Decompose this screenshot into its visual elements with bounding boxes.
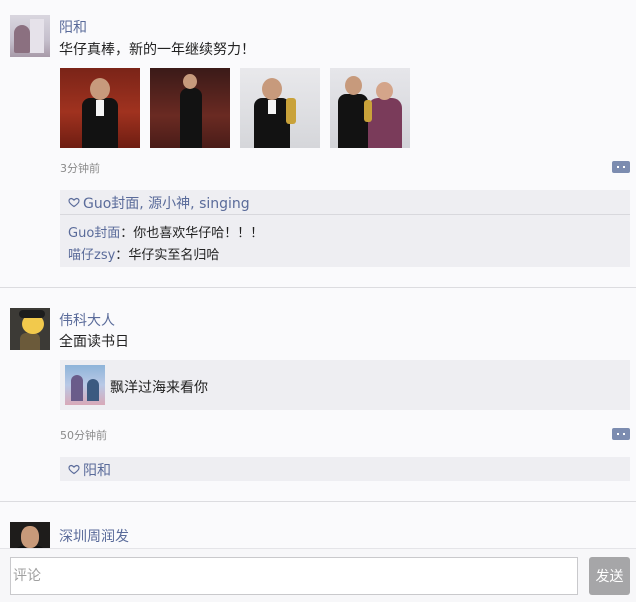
author-name[interactable]: 深圳周润发 — [59, 526, 129, 546]
liker-names[interactable]: Guo封面, 源小神, singing — [83, 193, 250, 213]
avatar-background — [30, 19, 44, 53]
reply-separator: ： — [115, 248, 129, 263]
reply-list: Guo封面：你也喜欢华仔哈！！！ 喵仔zsy：华仔实至名归哈 — [60, 214, 630, 267]
send-button[interactable]: 发送 — [589, 557, 630, 595]
avatar-face — [21, 526, 39, 548]
likes-bar: Guo封面, 源小神, singing — [60, 190, 630, 214]
moment-post: 深圳周润发 — [0, 501, 636, 548]
photo-grid — [60, 68, 420, 148]
avatar-hat — [19, 310, 45, 318]
reply-author[interactable]: 喵仔zsy — [68, 248, 115, 263]
reply-author[interactable]: Guo封面 — [68, 226, 120, 241]
likes-bar: 阳和 — [60, 457, 630, 481]
shared-link-card[interactable]: 飘洋过海来看你 — [60, 360, 630, 410]
post-text: 华仔真棒，新的一年继续努力！ — [59, 42, 255, 58]
post-text: 全面读书日 — [59, 334, 129, 350]
liker-names[interactable]: 阳和 — [83, 460, 111, 480]
post-time: 3分钟前 — [60, 162, 100, 175]
avatar-body — [20, 333, 40, 350]
photo-thumbnail[interactable] — [240, 68, 320, 148]
reply-item[interactable]: 喵仔zsy：华仔实至名归哈 — [68, 244, 219, 263]
author-name[interactable]: 伟科大人 — [59, 310, 115, 330]
shared-thumbnail — [65, 365, 105, 405]
avatar[interactable] — [10, 308, 50, 350]
reply-separator: ： — [120, 226, 134, 241]
reply-item[interactable]: Guo封面：你也喜欢华仔哈！！！ — [68, 222, 263, 241]
moments-feed[interactable]: 阳和 华仔真棒，新的一年继续努力！ 3分钟前 Guo封面, 源小神, singi… — [0, 0, 636, 548]
photo-thumbnail[interactable] — [330, 68, 410, 148]
heart-icon — [68, 464, 80, 475]
avatar[interactable] — [10, 15, 50, 57]
shared-title: 飘洋过海来看你 — [110, 380, 208, 396]
reply-text: 你也喜欢华仔哈！！！ — [133, 226, 264, 241]
avatar[interactable] — [10, 522, 50, 548]
reply-text: 华仔实至名归哈 — [128, 248, 220, 263]
avatar-figure — [14, 25, 30, 53]
author-name[interactable]: 阳和 — [59, 17, 87, 37]
comment-input[interactable] — [10, 557, 578, 595]
comment-menu-button[interactable] — [612, 161, 630, 173]
comment-menu-button[interactable] — [612, 428, 630, 440]
comment-composer: 发送 — [0, 548, 636, 602]
post-time: 50分钟前 — [60, 429, 107, 442]
moment-post: 阳和 华仔真棒，新的一年继续努力！ 3分钟前 Guo封面, 源小神, singi… — [0, 0, 636, 287]
photo-thumbnail[interactable] — [150, 68, 230, 148]
photo-thumbnail[interactable] — [60, 68, 140, 148]
heart-icon — [68, 197, 80, 208]
